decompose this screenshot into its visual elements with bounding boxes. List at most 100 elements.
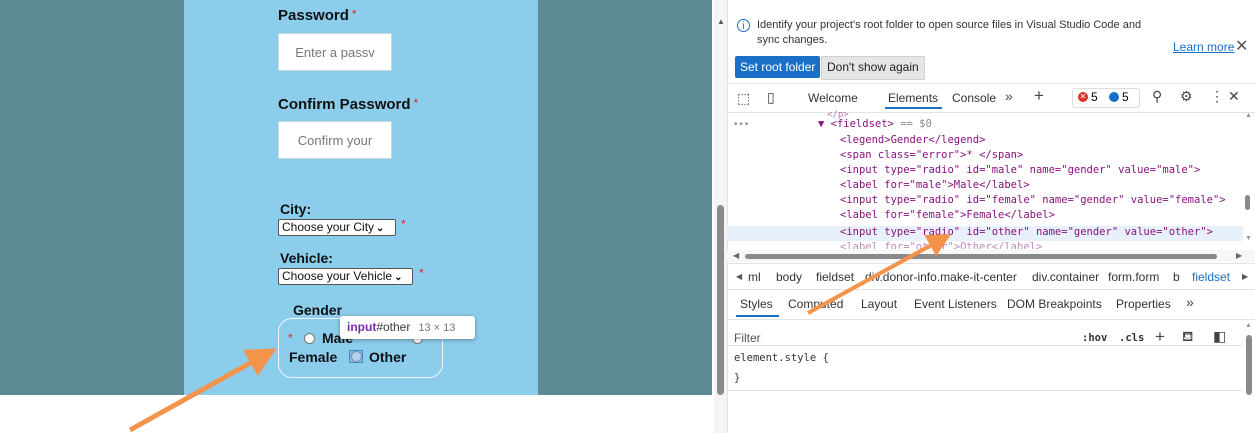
add-tab-icon[interactable]: +	[1034, 86, 1044, 106]
vehicle-select-value: Choose your Vehicle	[282, 269, 393, 283]
gender-error-mark: *	[288, 331, 293, 345]
tab-event-listeners[interactable]: Event Listeners	[914, 297, 997, 311]
tab-computed[interactable]: Computed	[788, 297, 843, 311]
new-style-rule-icon[interactable]: +	[1155, 327, 1165, 347]
gear-icon[interactable]: ⚙	[1180, 88, 1193, 105]
breadcrumb-b[interactable]: b	[1173, 270, 1180, 284]
breadcrumb-html[interactable]: ml	[748, 270, 761, 284]
dom-line-legend[interactable]: <legend>Gender</legend>	[840, 133, 985, 148]
divider	[727, 319, 1255, 320]
scroll-right-arrow-icon[interactable]: ▶	[1236, 251, 1242, 260]
password-label-text: Password	[278, 7, 349, 24]
vscode-notice-line1: Identify your project's root folder to o…	[757, 19, 1142, 31]
more-options-icon[interactable]: ⋮	[1210, 88, 1224, 105]
breadcrumb-div-container[interactable]: div.container	[1032, 270, 1099, 284]
other-label[interactable]: Other	[369, 349, 406, 365]
page-scrollbar-thumb[interactable]	[717, 205, 724, 395]
crumb-left-arrow-icon[interactable]: ◀	[736, 272, 742, 281]
dom-line-fieldset[interactable]: ▼ <fieldset> == $0	[818, 118, 932, 130]
hov-toggle[interactable]: :hov	[1082, 332, 1107, 344]
device-toolbar-icon[interactable]: ▯	[767, 89, 775, 106]
scroll-left-arrow-icon[interactable]: ◀	[733, 251, 739, 260]
error-count: 5	[1091, 90, 1098, 104]
scroll-up-arrow-icon[interactable]: ▲	[1245, 322, 1252, 329]
inspect-highlight	[349, 350, 363, 363]
tab-elements[interactable]: Elements	[888, 91, 938, 105]
cls-toggle[interactable]: .cls	[1119, 332, 1144, 344]
tab-styles[interactable]: Styles	[740, 297, 773, 311]
crumb-right-arrow-icon[interactable]: ▶	[1242, 272, 1248, 281]
tab-console[interactable]: Console	[952, 91, 996, 105]
dom-horizontal-scrollbar-thumb[interactable]	[745, 254, 1217, 259]
sidebar-toggle-icon[interactable]: ◧	[1213, 328, 1226, 345]
dom-ellipsis[interactable]: •••	[733, 120, 749, 130]
tooltip-id: #other	[376, 320, 411, 334]
dom-line-input-male[interactable]: <input type="radio" id="male" name="gend…	[840, 163, 1200, 178]
breadcrumb-fieldset-current[interactable]: fieldset	[1192, 270, 1230, 284]
divider	[727, 112, 1255, 113]
confirm-password-input[interactable]: Confirm your	[278, 121, 392, 159]
scroll-up-arrow-icon[interactable]: ▲	[1245, 112, 1252, 119]
password-input[interactable]: Enter a passv	[278, 33, 392, 71]
element-style-rule[interactable]: element.style {	[734, 352, 829, 364]
required-mark: *	[401, 217, 406, 231]
chevron-down-icon: ⌄	[394, 272, 403, 283]
divider	[727, 345, 1242, 346]
more-tabs-icon[interactable]: »	[1186, 294, 1194, 310]
dom-line-label-female[interactable]: <label for="female">Female</label>	[840, 208, 1055, 223]
city-label: City:	[280, 201, 312, 217]
breadcrumb-body[interactable]: body	[776, 270, 802, 284]
divider	[727, 263, 1255, 264]
dom-vertical-scrollbar-thumb[interactable]	[1245, 195, 1250, 210]
vehicle-label: Vehicle:	[280, 250, 333, 266]
gender-legend: Gender	[290, 302, 346, 318]
city-select-value: Choose your City	[282, 220, 375, 234]
vehicle-select[interactable]: Choose your Vehicle ⌄	[278, 268, 413, 285]
confirm-password-label: Confirm Password *	[278, 96, 418, 113]
more-tabs-icon[interactable]: »	[1005, 88, 1013, 104]
inspect-element-icon[interactable]: ⬚	[737, 90, 750, 107]
tooltip-size: 13 × 13	[418, 322, 456, 334]
tab-layout[interactable]: Layout	[861, 297, 897, 311]
dom-line-input-other[interactable]: <input type="radio" id="other" name="gen…	[840, 225, 1213, 240]
tab-elements-underline	[885, 107, 942, 109]
dom-line-span-error[interactable]: <span class="error">* </span>	[840, 148, 1023, 163]
styles-scrollbar-thumb[interactable]	[1246, 335, 1252, 395]
female-label[interactable]: Female	[289, 349, 337, 365]
connections-icon[interactable]: ⚲	[1152, 88, 1162, 105]
info-icon: i	[737, 19, 750, 32]
tab-styles-underline	[736, 315, 779, 317]
divider	[727, 289, 1255, 290]
tab-dom-breakpoints[interactable]: DOM Breakpoints	[1007, 297, 1102, 311]
vscode-notice-line2: sync changes.	[757, 34, 828, 46]
dont-show-again-button[interactable]: Don't show again	[821, 56, 925, 80]
learn-more-link[interactable]: Learn more	[1173, 40, 1234, 54]
required-mark: *	[413, 96, 419, 110]
element-style-close: }	[734, 372, 741, 384]
password-label: Password *	[278, 7, 357, 24]
city-select[interactable]: Choose your City ⌄	[278, 219, 396, 236]
required-mark: *	[351, 7, 357, 21]
confirm-password-label-text: Confirm Password	[278, 96, 411, 113]
scroll-up-arrow-icon[interactable]: ▲	[717, 17, 725, 26]
divider	[727, 390, 1242, 391]
styles-filter-input[interactable]: Filter	[734, 331, 761, 345]
issue-count: 5	[1122, 90, 1129, 104]
tooltip-tag: input	[347, 320, 377, 334]
close-icon[interactable]: ✕	[1235, 36, 1248, 56]
tab-welcome[interactable]: Welcome	[808, 91, 858, 105]
set-root-folder-button[interactable]: Set root folder	[735, 56, 821, 78]
tab-properties[interactable]: Properties	[1116, 297, 1171, 311]
dom-line-label-other[interactable]: <label for="other">Other</label>	[840, 240, 1042, 249]
inspect-tooltip: input#other 13 × 13	[340, 316, 475, 339]
breadcrumb-form[interactable]: form.form	[1108, 270, 1159, 284]
scroll-down-arrow-icon[interactable]: ▼	[1245, 235, 1252, 242]
breadcrumb-div-donor-info[interactable]: div.donor-info.make-it-center	[865, 270, 1017, 284]
error-icon: ✕	[1078, 92, 1088, 102]
breadcrumb-fieldset[interactable]: fieldset	[816, 270, 854, 284]
close-devtools-icon[interactable]: ✕	[1228, 88, 1240, 105]
dom-line-input-female[interactable]: <input type="radio" id="female" name="ge…	[840, 193, 1226, 208]
divider	[727, 83, 1255, 84]
male-radio[interactable]	[304, 333, 315, 344]
dom-line-label-male[interactable]: <label for="male">Male</label>	[840, 178, 1030, 193]
